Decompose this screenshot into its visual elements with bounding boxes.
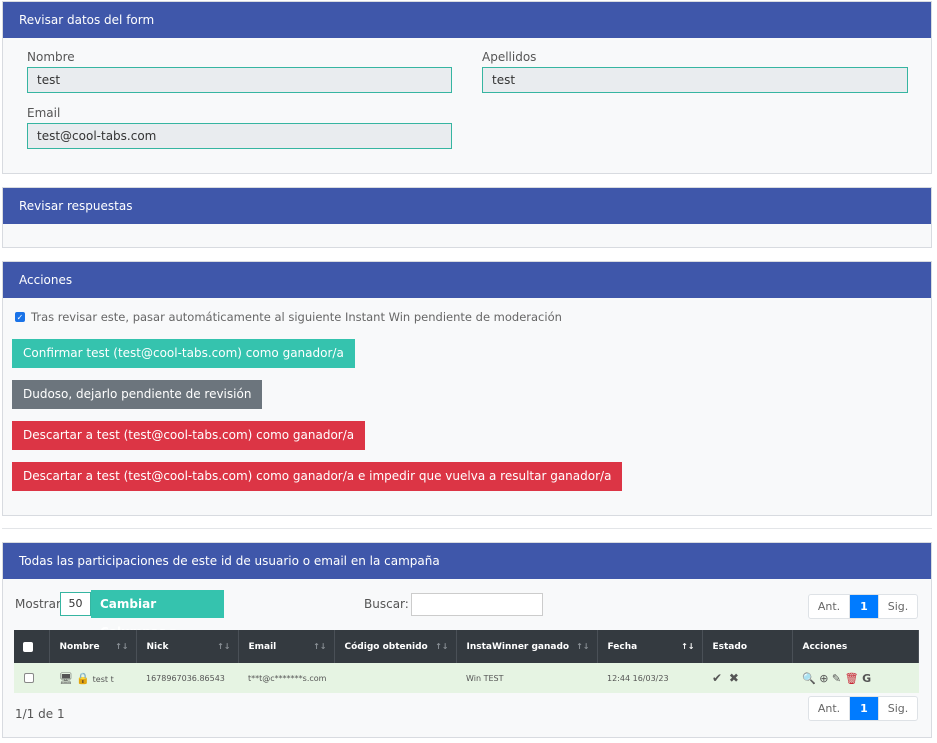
col-acciones: Acciones: [792, 630, 919, 663]
pagination-bottom: Ant. 1 Sig.: [808, 696, 918, 721]
sort-icon: ↑↓: [576, 642, 590, 651]
sort-icon: ↑↓: [681, 642, 695, 651]
cell-acciones: 🔍 ⊕ ✎ 🗑 G: [792, 663, 919, 693]
cell-email: t**t@c*******s.com: [238, 663, 334, 693]
pagination-page[interactable]: 1: [850, 595, 878, 618]
sort-icon: ↑↓: [115, 642, 129, 651]
actions-title: Acciones: [3, 262, 931, 298]
col-email[interactable]: Email ↑↓: [238, 630, 335, 663]
page-size-select[interactable]: 50: [60, 592, 91, 616]
pagination-next[interactable]: Sig.: [878, 697, 917, 720]
cell-estado: ✔ ✖: [702, 663, 792, 693]
email-field[interactable]: test@cool-tabs.com: [27, 123, 452, 149]
answers-review-title: Revisar respuestas: [3, 188, 931, 224]
divider: [2, 528, 932, 529]
approve-icon[interactable]: ✔: [712, 671, 722, 685]
pagination-prev[interactable]: Ant.: [809, 697, 850, 720]
participations-table: Nombre ↑↓ Nick ↑↓ Email ↑↓ Código obtenido ↑…: [14, 630, 919, 693]
pagination-prev[interactable]: Ant.: [809, 595, 850, 618]
doubtful-button[interactable]: Dudoso, dejarlo pendiente de revisión: [12, 380, 263, 409]
table-row: 🖥 🔒 test t 1678967036.86543 t**t@c*******s…: [14, 663, 919, 693]
sort-icon: ↑↓: [435, 642, 449, 651]
row-select: [14, 663, 49, 693]
col-estado: Estado: [702, 630, 793, 663]
auto-next-label: Tras revisar este, pasar automáticamente…: [31, 310, 562, 324]
cell-nombre: 🖥 🔒 test t: [49, 663, 136, 693]
sort-icon: ↑↓: [217, 642, 231, 651]
col-nombre[interactable]: Nombre ↑↓: [49, 630, 137, 663]
apellidos-field[interactable]: test: [482, 67, 908, 93]
auto-next-checkbox[interactable]: ✓: [15, 312, 25, 322]
zoom-in-icon[interactable]: ⊕: [819, 672, 828, 685]
edit-icon[interactable]: ✎: [832, 672, 841, 685]
result-count: 1/1 de 1: [15, 707, 65, 721]
select-all-header: [14, 630, 50, 663]
show-label: Mostrar: [15, 597, 61, 611]
reject-icon[interactable]: ✖: [729, 671, 739, 685]
apellidos-label: Apellidos: [482, 50, 537, 64]
table-header-row: Nombre ↑↓ Nick ↑↓ Email ↑↓ Código obtenido ↑…: [14, 630, 919, 663]
pagination-next[interactable]: Sig.: [878, 595, 917, 618]
delete-icon[interactable]: 🗑: [845, 672, 859, 685]
form-review-title: Revisar datos del form: [3, 2, 931, 38]
col-codigo[interactable]: Código obtenido ↑↓: [334, 630, 457, 663]
email-label: Email: [27, 106, 61, 120]
discard-winner-button[interactable]: Descartar a test (test@cool-tabs.com) co…: [12, 421, 366, 450]
search-icon[interactable]: 🔍: [802, 672, 816, 685]
cell-fecha: 12:44 16/03/23: [597, 663, 702, 693]
participations-title: Todas las participaciones de este id de …: [3, 543, 931, 579]
cell-codigo: [334, 663, 456, 693]
confirm-winner-button[interactable]: Confirmar test (test@cool-tabs.com) como…: [12, 339, 355, 368]
pagination-top: Ant. 1 Sig.: [808, 594, 918, 619]
col-nick[interactable]: Nick ↑↓: [136, 630, 239, 663]
answers-review-card: Revisar respuestas: [2, 187, 932, 248]
select-all-checkbox[interactable]: [23, 641, 33, 652]
row-checkbox[interactable]: [24, 673, 34, 683]
cell-nick: 1678967036.86543: [136, 663, 238, 693]
search-input[interactable]: [411, 593, 543, 616]
google-icon[interactable]: G: [862, 672, 871, 685]
sort-icon: ↑↓: [313, 642, 327, 651]
desktop-icon: 🖥: [59, 671, 73, 685]
pagination-page[interactable]: 1: [850, 697, 878, 720]
col-fecha[interactable]: Fecha ↑↓: [597, 630, 703, 663]
change-columns-button[interactable]: Cambiar Columnas ▼: [91, 590, 224, 639]
discard-block-button[interactable]: Descartar a test (test@cool-tabs.com) co…: [12, 462, 623, 491]
cell-ganado: Win TEST: [456, 663, 597, 693]
lock-icon: 🔒: [75, 671, 90, 685]
nombre-field[interactable]: test: [27, 67, 452, 93]
col-ganado[interactable]: InstaWinner ganado ↑↓: [456, 630, 598, 663]
nombre-label: Nombre: [27, 50, 75, 64]
search-label: Buscar:: [364, 597, 409, 611]
